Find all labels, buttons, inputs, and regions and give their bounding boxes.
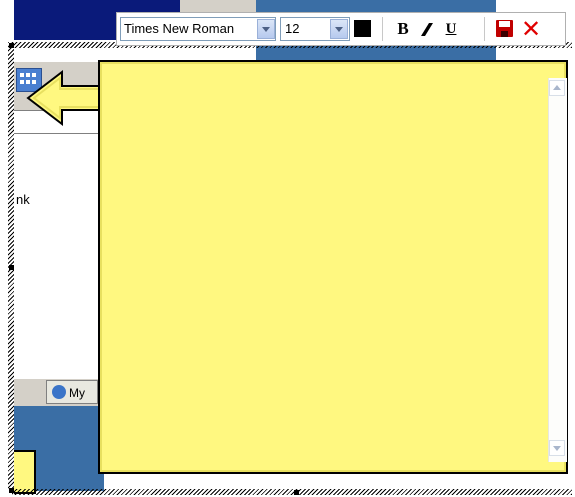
resize-handle-bottom-left[interactable] bbox=[9, 488, 14, 493]
italic-button[interactable] bbox=[416, 16, 438, 42]
text-color-picker[interactable] bbox=[354, 20, 371, 37]
scroll-up-icon[interactable] bbox=[549, 80, 565, 96]
resize-handle-bottom[interactable] bbox=[294, 490, 299, 495]
scroll-down-icon[interactable] bbox=[549, 440, 565, 456]
selection-frame-bottom[interactable] bbox=[12, 489, 572, 495]
underline-button[interactable]: U bbox=[440, 16, 462, 42]
close-x-icon[interactable]: ✕ bbox=[519, 16, 543, 42]
resize-handle-top-left[interactable] bbox=[9, 43, 14, 48]
bold-button[interactable]: B bbox=[392, 16, 414, 42]
toolbar-separator bbox=[382, 17, 383, 41]
chevron-down-icon[interactable] bbox=[257, 19, 275, 39]
floppy-disk-icon[interactable] bbox=[496, 20, 513, 37]
note-text-area[interactable] bbox=[108, 78, 552, 462]
italic-icon bbox=[421, 23, 433, 36]
my-computer-icon bbox=[52, 385, 66, 399]
background-window-text: nk bbox=[16, 192, 30, 207]
chevron-down-icon[interactable] bbox=[330, 19, 348, 39]
resize-handle-left[interactable] bbox=[9, 265, 14, 270]
note-pointer-arrow bbox=[26, 70, 105, 126]
font-size-value: 12 bbox=[285, 21, 300, 36]
background-note-edge bbox=[14, 450, 36, 494]
font-family-value: Times New Roman bbox=[124, 21, 235, 36]
note-scrollbar[interactable] bbox=[548, 78, 567, 462]
toolbar-separator bbox=[484, 17, 485, 41]
